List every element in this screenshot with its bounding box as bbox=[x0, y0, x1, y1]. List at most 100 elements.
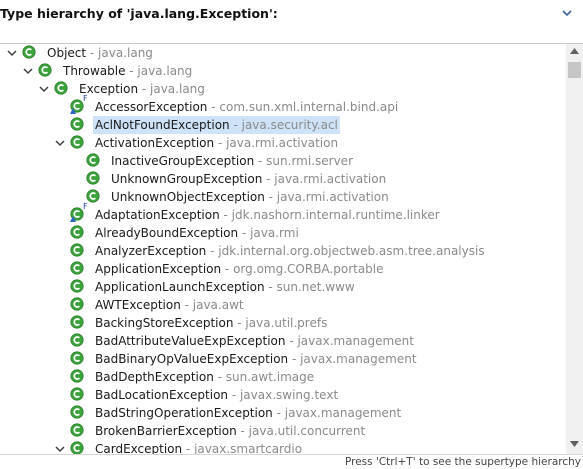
tree-row[interactable]: BadLocationException - javax.swing.text bbox=[0, 386, 566, 404]
tree-row[interactable]: AnalyzerException - jdk.internal.org.obj… bbox=[0, 242, 566, 260]
tree-row[interactable]: ActivationException - java.rmi.activatio… bbox=[0, 134, 566, 152]
tree-item-label[interactable]: AdaptationException - jdk.nashorn.intern… bbox=[93, 206, 442, 224]
type-name: BackingStoreException bbox=[95, 316, 234, 330]
tree-item-label[interactable]: BadDepthException - sun.awt.image bbox=[93, 368, 316, 386]
tree-row[interactable]: BadAttributeValueExpException - javax.ma… bbox=[0, 332, 566, 350]
view-menu-button[interactable] bbox=[560, 6, 574, 20]
supertype-hint: Press 'Ctrl+T' to see the supertype hier… bbox=[344, 456, 581, 468]
tree-item-label[interactable]: BadLocationException - javax.swing.text bbox=[93, 386, 340, 404]
package-name: - javax.management bbox=[288, 352, 417, 366]
tree-item-label[interactable]: ActivationException - java.rmi.activatio… bbox=[93, 134, 340, 152]
package-name: - javax.smartcardio bbox=[182, 442, 303, 454]
package-name: - jdk.nashorn.internal.runtime.linker bbox=[219, 208, 440, 222]
scroll-down-arrow-icon bbox=[570, 441, 579, 447]
class-icon bbox=[70, 225, 86, 241]
tree-row[interactable]: ApplicationLaunchException - sun.net.www bbox=[0, 278, 566, 296]
tree-row[interactable]: F AccessorException - com.sun.xml.interna… bbox=[0, 94, 566, 116]
package-name: - java.security.acl bbox=[229, 118, 338, 132]
package-name: - java.rmi.activation bbox=[262, 172, 387, 186]
tree-item-label[interactable]: AnalyzerException - jdk.internal.org.obj… bbox=[93, 242, 487, 260]
class-icon: F bbox=[70, 203, 88, 223]
package-name: - javax.management bbox=[272, 406, 402, 420]
tree-item-label[interactable]: BackingStoreException - java.util.prefs bbox=[93, 314, 329, 332]
type-name: BadDepthException bbox=[95, 370, 214, 384]
tree-item-label[interactable]: BadStringOperationException - javax.mana… bbox=[93, 404, 403, 422]
package-name: - java.util.concurrent bbox=[236, 424, 366, 438]
class-icon bbox=[70, 315, 86, 331]
tree-row[interactable]: CardException - javax.smartcardio bbox=[0, 440, 566, 454]
vertical-scrollbar[interactable] bbox=[566, 44, 583, 454]
tree-item-label[interactable]: BadBinaryOpValueExpException - javax.man… bbox=[93, 350, 419, 368]
class-icon bbox=[70, 387, 86, 403]
chevron-down-icon bbox=[562, 10, 572, 17]
class-icon bbox=[70, 441, 86, 454]
tree-item-label-selected[interactable]: AclNotFoundException - java.security.acl bbox=[93, 116, 340, 134]
tree-row[interactable]: ApplicationException - org.omg.CORBA.por… bbox=[0, 260, 566, 278]
hierarchy-title: Type hierarchy of 'java.lang.Exception': bbox=[0, 6, 278, 21]
tree-item-label[interactable]: CardException - javax.smartcardio bbox=[93, 440, 304, 454]
tree-row[interactable]: Object - java.lang bbox=[0, 44, 566, 62]
class-icon bbox=[70, 405, 86, 421]
class-icon bbox=[70, 297, 86, 313]
package-name: - java.rmi bbox=[238, 226, 299, 240]
type-name: ApplicationLaunchException bbox=[95, 280, 265, 294]
class-icon bbox=[86, 153, 102, 169]
type-name: CardException bbox=[95, 442, 183, 454]
package-name: - javax.management bbox=[285, 334, 414, 348]
tree-row[interactable]: BadStringOperationException - javax.mana… bbox=[0, 404, 566, 422]
tree-item-label[interactable]: AccessorException - com.sun.xml.internal… bbox=[93, 98, 400, 116]
tree-row[interactable]: AlreadyBoundException - java.rmi bbox=[0, 224, 566, 242]
class-icon bbox=[70, 369, 86, 385]
tree-row[interactable]: InactiveGroupException - sun.rmi.server bbox=[0, 152, 566, 170]
class-icon bbox=[70, 243, 86, 259]
scroll-up-arrow-icon bbox=[570, 48, 579, 54]
package-name: - sun.net.www bbox=[264, 280, 355, 294]
tree-row[interactable]: F AdaptationException - jdk.nashorn.inter… bbox=[0, 203, 566, 224]
tree-item-label[interactable]: BrokenBarrierException - java.util.concu… bbox=[93, 422, 367, 440]
scroll-up-button[interactable] bbox=[566, 44, 583, 61]
type-name: BadStringOperationException bbox=[95, 406, 273, 420]
scroll-down-button[interactable] bbox=[566, 437, 583, 454]
class-icon bbox=[70, 135, 86, 151]
tree-row[interactable]: BadBinaryOpValueExpException - javax.man… bbox=[0, 350, 566, 368]
tree-item-label[interactable]: Throwable - java.lang bbox=[61, 62, 194, 80]
tree-row[interactable]: Throwable - java.lang bbox=[0, 62, 566, 80]
class-icon bbox=[54, 81, 70, 97]
tree-item-label[interactable]: Exception - java.lang bbox=[77, 80, 207, 98]
inherited-arrow-icon bbox=[70, 216, 76, 222]
tree-row[interactable]: AWTException - java.awt bbox=[0, 296, 566, 314]
scrollbar-thumb[interactable] bbox=[568, 62, 581, 78]
type-name: AWTException bbox=[95, 298, 181, 312]
class-icon bbox=[22, 45, 38, 61]
type-name: UnknownGroupException bbox=[111, 172, 263, 186]
class-icon bbox=[70, 351, 86, 367]
type-name: AlreadyBoundException bbox=[95, 226, 239, 240]
tree-item-label[interactable]: BadAttributeValueExpException - javax.ma… bbox=[93, 332, 416, 350]
tree-item-label[interactable]: UnknownObjectException - java.rmi.activa… bbox=[109, 188, 391, 206]
final-badge: F bbox=[83, 94, 88, 103]
tree-item-label[interactable]: ApplicationException - org.omg.CORBA.por… bbox=[93, 260, 386, 278]
class-icon bbox=[70, 333, 86, 349]
tree-row[interactable]: UnknownGroupException - java.rmi.activat… bbox=[0, 170, 566, 188]
class-icon bbox=[70, 279, 86, 295]
class-icon bbox=[86, 189, 102, 205]
package-name: - sun.awt.image bbox=[213, 370, 315, 384]
tree-row[interactable]: BackingStoreException - java.util.prefs bbox=[0, 314, 566, 332]
type-name: Throwable bbox=[63, 64, 126, 78]
type-name: Object bbox=[47, 46, 87, 60]
tree-item-label[interactable]: ApplicationLaunchException - sun.net.www bbox=[93, 278, 357, 296]
package-name: - jdk.internal.org.objectweb.asm.tree.an… bbox=[206, 244, 485, 258]
type-name: BadBinaryOpValueExpException bbox=[95, 352, 289, 366]
tree-item-label[interactable]: UnknownGroupException - java.rmi.activat… bbox=[109, 170, 388, 188]
tree-item-label[interactable]: AWTException - java.awt bbox=[93, 296, 246, 314]
inherited-arrow-icon bbox=[70, 108, 76, 114]
type-hierarchy-tree[interactable]: Object - java.lang Throwable - java.lang E… bbox=[0, 44, 566, 454]
tree-item-label[interactable]: InactiveGroupException - sun.rmi.server bbox=[109, 152, 355, 170]
tree-item-label[interactable]: Object - java.lang bbox=[45, 44, 155, 62]
package-name: - java.rmi.activation bbox=[264, 190, 389, 204]
tree-row[interactable]: BadDepthException - sun.awt.image bbox=[0, 368, 566, 386]
class-icon bbox=[70, 261, 86, 277]
tree-row[interactable]: AclNotFoundException - java.security.acl bbox=[0, 116, 566, 134]
tree-item-label[interactable]: AlreadyBoundException - java.rmi bbox=[93, 224, 301, 242]
tree-row[interactable]: BrokenBarrierException - java.util.concu… bbox=[0, 422, 566, 440]
